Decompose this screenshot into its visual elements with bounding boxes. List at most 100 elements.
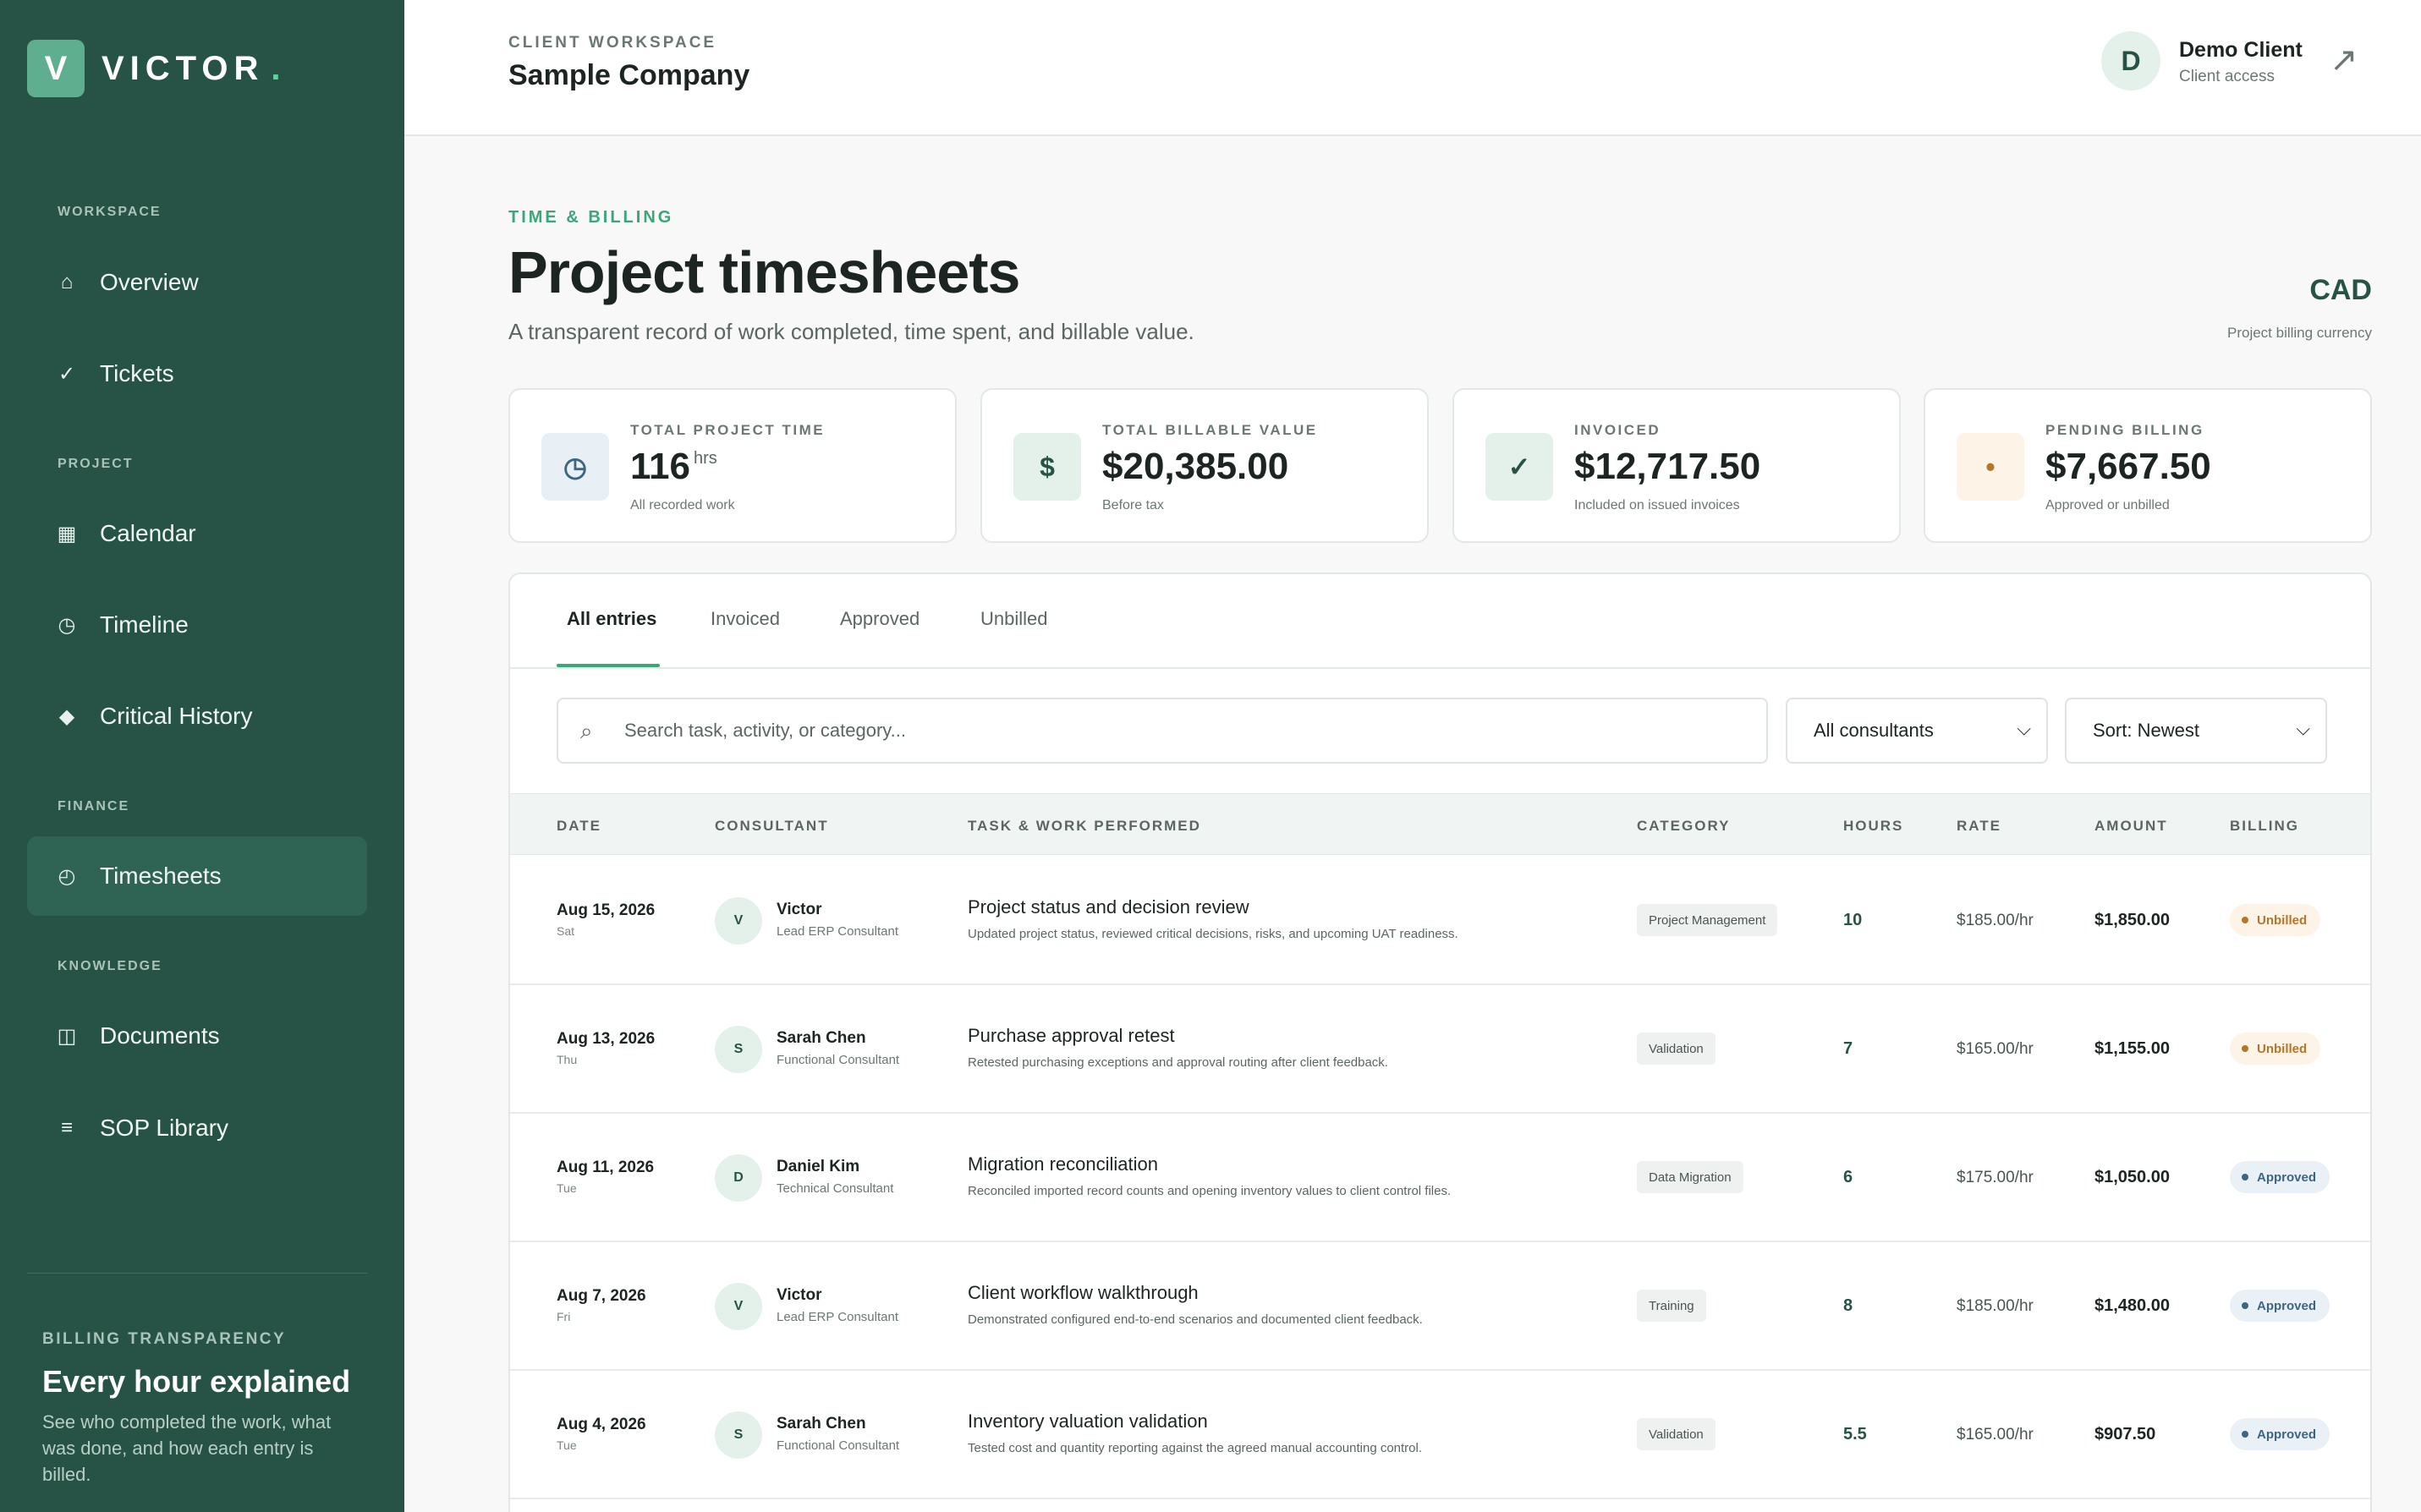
entry-weekday: Fri — [557, 1310, 571, 1323]
dollar-icon: $ — [1013, 433, 1081, 501]
sort-select[interactable]: Sort: Newest ⌵ — [2065, 698, 2327, 764]
sidebar-item-label: Documents — [100, 1022, 220, 1049]
timesheet-icon: ◴ — [58, 864, 76, 888]
sidebar-divider — [27, 1273, 367, 1274]
avatar: V — [715, 897, 762, 945]
sidebar-item-tickets[interactable]: ✓ Tickets — [27, 334, 367, 414]
sidebar-item-label: Calendar — [100, 520, 196, 546]
external-link-icon[interactable]: ↗ — [2330, 41, 2358, 79]
active-tab-indicator — [557, 664, 660, 667]
sidebar-item-sop-library[interactable]: ≡ SOP Library — [27, 1088, 367, 1168]
tab-invoiced[interactable]: Invoiced — [711, 608, 780, 630]
category-chip: Training — [1637, 1290, 1706, 1322]
nav-section-finance: FINANCE — [58, 799, 130, 814]
status-label: Approved — [2257, 1298, 2317, 1313]
table-row[interactable]: Aug 13, 2026 Thu S Sarah Chen Functional… — [510, 985, 2370, 1114]
rate-value: $165.00/hr — [1957, 1426, 2034, 1444]
tab-unbilled[interactable]: Unbilled — [980, 608, 1048, 630]
sidebar-item-documents[interactable]: ◫ Documents — [27, 996, 367, 1076]
consultant-name: Daniel Kim — [777, 1158, 860, 1175]
company-name: Sample Company — [508, 59, 750, 91]
status-badge: Approved — [2230, 1290, 2330, 1322]
consultant-role: Lead ERP Consultant — [777, 1310, 898, 1324]
status-badge: Unbilled — [2230, 904, 2321, 936]
user-role: Client access — [2179, 68, 2275, 85]
user-name: Demo Client — [2179, 38, 2303, 62]
stat-card-billable-value: $ TOTAL BILLABLE VALUE $20,385.00 Before… — [980, 388, 1429, 543]
home-icon: ⌂ — [60, 271, 74, 293]
task-title: Purchase approval retest — [968, 1025, 1175, 1046]
date-cell: Aug 15, 2026 Sat — [557, 901, 655, 938]
column-header-hours: HOURS — [1843, 818, 1904, 834]
table-row[interactable]: Aug 15, 2026 Sat V Victor Lead ERP Consu… — [510, 857, 2370, 985]
column-header-billing: BILLING — [2230, 818, 2299, 834]
sidebar-item-timesheets[interactable]: ◴ Timesheets — [27, 836, 367, 916]
entry-date: Aug 11, 2026 — [557, 1159, 655, 1176]
task-description: Retested purchasing exceptions and appro… — [968, 1055, 1388, 1070]
hours-value: 8 — [1843, 1296, 1853, 1315]
clock-icon: ◷ — [58, 613, 76, 637]
nav-section-workspace: WORKSPACE — [58, 205, 162, 219]
search-input[interactable] — [624, 699, 1749, 762]
pending-dot-icon: • — [1957, 433, 2024, 501]
hours-value: 10 — [1843, 911, 1863, 929]
entry-weekday: Tue — [557, 1181, 577, 1195]
task-description: Demonstrated configured end-to-end scena… — [968, 1312, 1423, 1327]
stat-label: TOTAL PROJECT TIME — [630, 422, 826, 438]
consultant-name: Sarah Chen — [777, 1415, 866, 1433]
table-row[interactable]: Aug 11, 2026 Tue D Daniel Kim Technical … — [510, 1114, 2370, 1242]
column-header-task: TASK & WORK PERFORMED — [968, 818, 1201, 834]
sidebar-item-label: Timeline — [100, 611, 189, 638]
rate-value: $175.00/hr — [1957, 1169, 2034, 1186]
sidebar: V VICTOR . WORKSPACE ⌂ Overview ✓ Ticket… — [0, 0, 404, 1512]
brand-dot: . — [271, 49, 281, 87]
avatar: V — [715, 1283, 762, 1330]
promo-text: See who completed the work, what was don… — [42, 1411, 332, 1485]
tab-approved[interactable]: Approved — [840, 608, 920, 630]
amount-value: $1,850.00 — [2094, 911, 2170, 929]
date-cell: Aug 4, 2026 Tue — [557, 1416, 646, 1452]
sidebar-item-critical-history[interactable]: ◆ Critical History — [27, 677, 367, 756]
consultant-select[interactable]: All consultants ⌵ — [1786, 698, 2048, 764]
avatar[interactable]: D — [2101, 31, 2160, 90]
table-row[interactable]: Aug 7, 2026 Fri V Victor Lead ERP Consul… — [510, 1242, 2370, 1371]
entry-weekday: Thu — [557, 1053, 578, 1066]
task-cell: Client workflow walkthrough Demonstrated… — [968, 1282, 1423, 1327]
tab-all-entries[interactable]: All entries — [567, 608, 656, 630]
task-cell: Inventory valuation validation Tested co… — [968, 1411, 1422, 1455]
stat-caption: Before tax — [1102, 498, 1164, 512]
brand-logo[interactable]: V VICTOR . — [27, 40, 281, 97]
consultant-role: Functional Consultant — [777, 1053, 900, 1067]
stat-card-pending-billing: • PENDING BILLING $7,667.50 Approved or … — [1924, 388, 2372, 543]
status-badge: Unbilled — [2230, 1033, 2321, 1065]
status-label: Unbilled — [2257, 1041, 2308, 1056]
stat-caption: Approved or unbilled — [2045, 498, 2170, 512]
stat-value: $12,717.50 — [1574, 446, 1761, 487]
promo-kicker: BILLING TRANSPARENCY — [42, 1330, 287, 1348]
sidebar-item-calendar[interactable]: ▦ Calendar — [27, 494, 367, 573]
search-icon: ⌕ — [580, 718, 593, 743]
stat-label: INVOICED — [1574, 422, 1661, 438]
sort-select-value: Sort: Newest — [2093, 720, 2199, 741]
task-title: Migration reconciliation — [968, 1153, 1158, 1175]
table-row[interactable]: Aug 4, 2026 Tue S Sarah Chen Functional … — [510, 1371, 2370, 1499]
consultant-name: Victor — [777, 1286, 822, 1304]
date-cell: Aug 11, 2026 Tue — [557, 1159, 654, 1195]
consultant-cell: Daniel Kim Technical Consultant — [777, 1158, 893, 1196]
sidebar-item-timeline[interactable]: ◷ Timeline — [27, 585, 367, 665]
stat-card-invoiced: ✓ INVOICED $12,717.50 Included on issued… — [1452, 388, 1901, 543]
diamond-icon: ◆ — [58, 704, 75, 728]
consultant-role: Technical Consultant — [777, 1181, 894, 1196]
list-icon: ≡ — [60, 1116, 73, 1139]
status-dot-icon — [2242, 917, 2248, 923]
column-header-category: CATEGORY — [1637, 818, 1731, 834]
hours-value: 7 — [1843, 1039, 1853, 1058]
sidebar-item-overview[interactable]: ⌂ Overview — [27, 243, 367, 322]
date-cell: Aug 7, 2026 Fri — [557, 1287, 646, 1323]
stat-label: PENDING BILLING — [2045, 422, 2204, 438]
page-subtitle: A transparent record of work completed, … — [508, 319, 1194, 344]
status-label: Approved — [2257, 1427, 2317, 1442]
consultant-role: Lead ERP Consultant — [777, 924, 898, 939]
sidebar-item-label: Timesheets — [100, 863, 222, 889]
column-header-date: DATE — [557, 818, 602, 834]
